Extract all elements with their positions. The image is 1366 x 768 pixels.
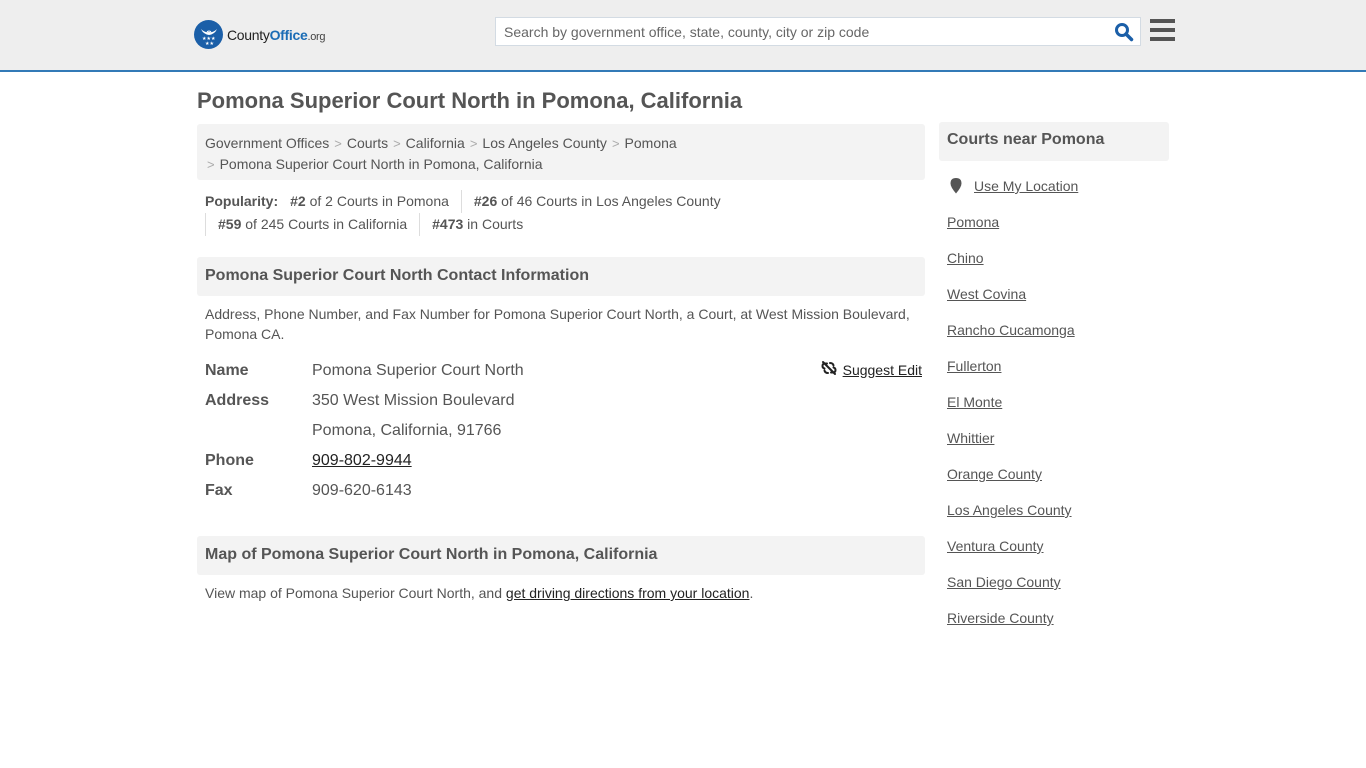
logo-county: County xyxy=(227,26,270,43)
site-logo[interactable]: ★★★ ★★ CountyOffice.org xyxy=(194,20,326,49)
popularity-item: #59 of 245 Courts in California xyxy=(205,213,419,236)
site-header: ★★★ ★★ CountyOffice.org xyxy=(0,0,1366,72)
sidebar-link-ventura-county[interactable]: Ventura County xyxy=(947,537,1044,555)
list-item: Orange County xyxy=(947,465,1169,501)
address-line2: Pomona, California, 91766 xyxy=(312,422,502,439)
breadcrumb-courts[interactable]: Courts xyxy=(347,135,388,151)
logo-office: Office xyxy=(269,26,308,43)
info-row-name: Name Pomona Superior Court North xyxy=(205,356,925,386)
map-section-heading: Map of Pomona Superior Court North in Po… xyxy=(197,536,925,575)
info-row-fax: Fax 909-620-6143 xyxy=(205,476,925,506)
breadcrumb-separator-icon: > xyxy=(393,136,401,151)
info-row-phone: Phone 909-802-9944 xyxy=(205,446,925,476)
name-label: Name xyxy=(205,362,249,379)
breadcrumb-government-offices[interactable]: Government Offices xyxy=(205,135,329,151)
breadcrumb-separator-icon: > xyxy=(611,136,620,151)
info-row-address-2: Pomona, California, 91766 xyxy=(205,416,925,446)
sidebar-link-whittier[interactable]: Whittier xyxy=(947,429,994,447)
menu-bar xyxy=(1150,19,1175,23)
sidebar-heading: Courts near Pomona xyxy=(939,122,1169,161)
sidebar-link-pomona[interactable]: Pomona xyxy=(947,213,999,231)
list-item: San Diego County xyxy=(947,573,1169,609)
list-item: Chino xyxy=(947,249,1169,285)
popularity-text: of 2 Courts in Pomona xyxy=(305,193,449,209)
list-item: Riverside County xyxy=(947,609,1169,645)
use-my-location-link[interactable]: Use My Location xyxy=(974,177,1078,195)
popularity-rank: #473 xyxy=(432,216,464,232)
list-item: Pomona xyxy=(947,213,1169,249)
sidebar-link-el-monte[interactable]: El Monte xyxy=(947,393,1002,411)
suggest-edit-link[interactable]: Suggest Edit xyxy=(843,362,922,378)
list-item: Ventura County xyxy=(947,537,1169,573)
list-item: Whittier xyxy=(947,429,1169,465)
eagle-stars-logo-icon: ★★★ ★★ xyxy=(194,20,223,49)
list-item: West Covina xyxy=(947,285,1169,321)
popularity-label: Popularity: xyxy=(205,193,279,209)
breadcrumb-separator-icon: > xyxy=(469,136,478,151)
popularity-stats: Popularity: #2 of 2 Courts in Pomona #26… xyxy=(205,190,925,236)
contact-info-table: Suggest Edit Name Pomona Superior Court … xyxy=(205,356,925,506)
sidebar-link-rancho-cucamonga[interactable]: Rancho Cucamonga xyxy=(947,321,1075,339)
popularity-text: of 245 Courts in California xyxy=(241,216,408,232)
sidebar-link-chino[interactable]: Chino xyxy=(947,249,984,267)
popularity-text: in Courts xyxy=(463,216,524,232)
address-label: Address xyxy=(205,392,270,409)
search-input[interactable] xyxy=(496,18,1106,45)
breadcrumb-los-angeles-county[interactable]: Los Angeles County xyxy=(482,135,607,151)
fax-value: 909-620-6143 xyxy=(312,482,412,499)
use-my-location-item: Use My Location xyxy=(947,177,1169,213)
popularity-item: #473 in Courts xyxy=(419,213,535,236)
breadcrumb-california[interactable]: California xyxy=(406,135,465,151)
popularity-item: #26 of 46 Courts in Los Angeles County xyxy=(460,190,733,213)
map-description: View map of Pomona Superior Court North,… xyxy=(205,583,753,603)
popularity-text: of 46 Courts in Los Angeles County xyxy=(497,193,721,209)
popularity-rank: #26 xyxy=(473,193,498,209)
popularity-item: #2 of 2 Courts in Pomona xyxy=(290,190,461,213)
popularity-rank: #2 xyxy=(290,193,306,209)
map-text: View map of Pomona Superior Court North,… xyxy=(205,585,506,601)
popularity-row: #59 of 245 Courts in California #473 in … xyxy=(205,213,925,236)
page-title: Pomona Superior Court North in Pomona, C… xyxy=(197,88,743,113)
sidebar-link-west-covina[interactable]: West Covina xyxy=(947,285,1026,303)
map-text-suffix: . xyxy=(749,585,754,601)
svg-text:★★: ★★ xyxy=(205,41,214,46)
map-pin-icon xyxy=(950,178,962,194)
breadcrumb: Government Offices > Courts > California > Los… xyxy=(197,124,925,180)
nearby-courts-sidebar: Courts near Pomona Use My Location Pomon… xyxy=(939,122,1169,645)
sidebar-link-fullerton[interactable]: Fullerton xyxy=(947,357,1001,375)
sidebar-link-san-diego-county[interactable]: San Diego County xyxy=(947,573,1061,591)
popularity-rank: #59 xyxy=(218,216,242,232)
breadcrumb-separator-icon: > xyxy=(334,136,342,151)
breadcrumb-current: Pomona Superior Court North in Pomona, C… xyxy=(219,156,543,172)
contact-section-heading: Pomona Superior Court North Contact Info… xyxy=(197,257,925,296)
contact-description: Address, Phone Number, and Fax Number fo… xyxy=(205,306,910,342)
driving-directions-link[interactable]: get driving directions from your locatio… xyxy=(506,585,750,601)
sidebar-link-los-angeles-county[interactable]: Los Angeles County xyxy=(947,501,1072,519)
logo-wordmark: CountyOffice.org xyxy=(227,26,326,43)
address-line1: 350 West Mission Boulevard xyxy=(312,392,515,409)
popularity-row: Popularity: #2 of 2 Courts in Pomona #26… xyxy=(205,190,925,213)
breadcrumb-pomona[interactable]: Pomona xyxy=(625,135,677,151)
suggest-edit[interactable]: Suggest Edit xyxy=(821,360,922,379)
list-item: El Monte xyxy=(947,393,1169,429)
sidebar-link-orange-county[interactable]: Orange County xyxy=(947,465,1042,483)
nearby-list: Use My Location Pomona Chino West Covina… xyxy=(939,177,1169,645)
menu-bar xyxy=(1150,28,1175,32)
list-item: Rancho Cucamonga xyxy=(947,321,1169,357)
list-item: Fullerton xyxy=(947,357,1169,393)
phone-label: Phone xyxy=(205,452,254,469)
fax-label: Fax xyxy=(205,482,233,499)
info-row-address: Address 350 West Mission Boulevard xyxy=(205,386,925,416)
phone-link[interactable]: 909-802-9944 xyxy=(312,452,412,469)
search-icon[interactable] xyxy=(1114,22,1134,42)
unlink-edit-icon xyxy=(821,360,837,379)
search-box xyxy=(495,17,1141,46)
name-value: Pomona Superior Court North xyxy=(312,362,524,379)
breadcrumb-separator-icon: > xyxy=(207,157,215,172)
logo-org: .org xyxy=(307,30,326,43)
sidebar-link-riverside-county[interactable]: Riverside County xyxy=(947,609,1054,627)
menu-bar xyxy=(1150,37,1175,41)
hamburger-menu-icon[interactable] xyxy=(1150,19,1175,42)
list-item: Los Angeles County xyxy=(947,501,1169,537)
